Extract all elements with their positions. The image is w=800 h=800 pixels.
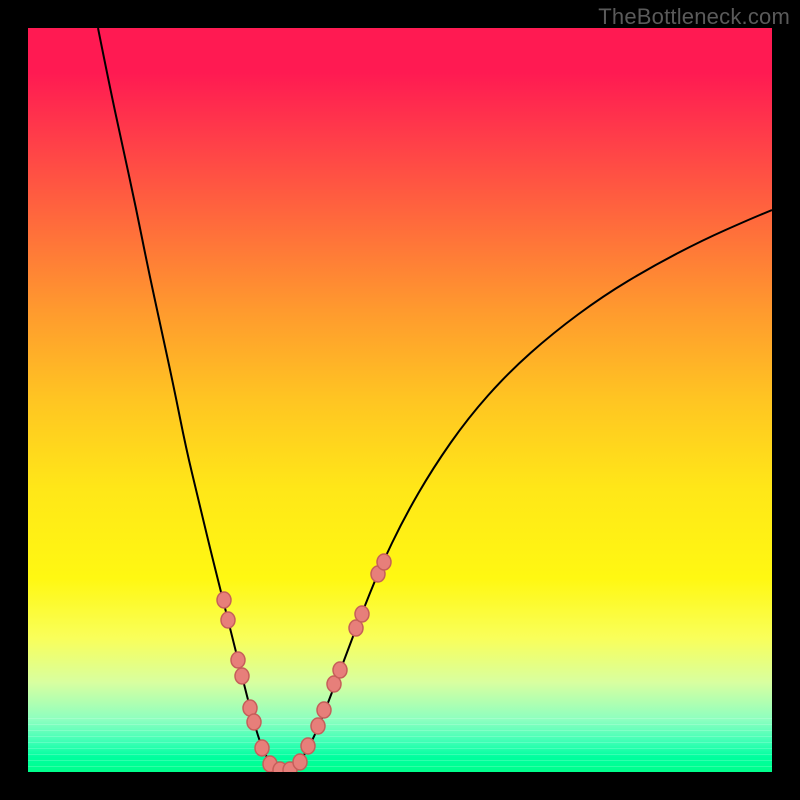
marker-dot (355, 606, 369, 622)
marker-dot (293, 754, 307, 770)
marker-dot (217, 592, 231, 608)
highlight-markers (217, 554, 391, 772)
marker-dot (311, 718, 325, 734)
marker-dot (255, 740, 269, 756)
left-curve (98, 28, 284, 772)
right-curve (284, 210, 772, 772)
plot-area (28, 28, 772, 772)
chart-svg (28, 28, 772, 772)
marker-dot (317, 702, 331, 718)
marker-dot (221, 612, 235, 628)
marker-dot (247, 714, 261, 730)
marker-dot (333, 662, 347, 678)
watermark-text: TheBottleneck.com (598, 4, 790, 30)
marker-dot (231, 652, 245, 668)
marker-dot (301, 738, 315, 754)
marker-dot (235, 668, 249, 684)
outer-frame: TheBottleneck.com (0, 0, 800, 800)
marker-dot (377, 554, 391, 570)
